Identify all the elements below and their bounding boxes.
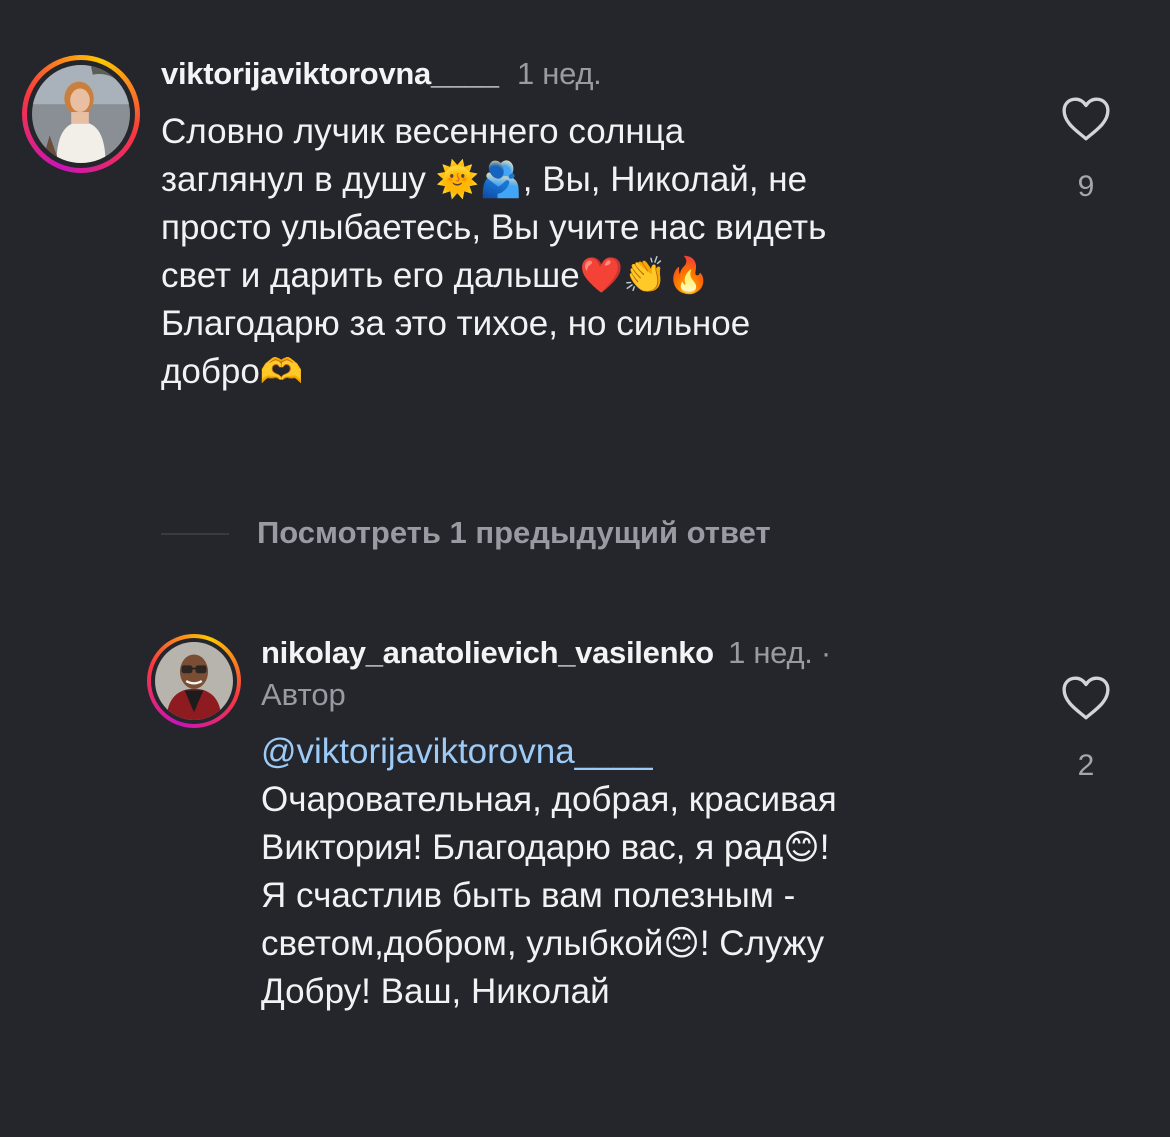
avatar	[155, 642, 233, 720]
comment-line: свет и дарить его дальше❤️👏🔥	[161, 256, 711, 295]
comment-line: заглянул в душу 🌞🫂, Вы, Николай, не	[161, 160, 808, 199]
comment-timestamp: 1 нед.	[517, 56, 602, 91]
avatar	[32, 65, 130, 163]
reply-line: Я счастлив быть вам полезным -	[261, 876, 796, 915]
reply-line: светом,добром, улыбкой😊! Служу	[261, 924, 825, 963]
author-badge: Автор	[261, 677, 346, 712]
avatar-photo	[155, 642, 233, 720]
comment-line: Словно лучик весеннего солнца	[161, 112, 685, 151]
story-ring-avatar-nikolay[interactable]	[147, 634, 241, 728]
reply-username[interactable]: nikolay_anatolievich_vasilenko 1 нед. ·	[261, 635, 831, 671]
comment-username[interactable]: viktorijaviktorovna____ 1 нед.	[161, 56, 602, 92]
comment-line: добро🫶	[161, 352, 304, 391]
replies-divider	[161, 533, 229, 535]
reply-line: Добру! Ваш, Николай	[261, 972, 610, 1011]
mention-link[interactable]: @viktorijaviktorovna____	[261, 728, 837, 776]
reply-line: Виктория! Благодарю вас, я рад😊!	[261, 828, 830, 867]
heart-outline-icon[interactable]	[1061, 96, 1111, 142]
comment-line: Благодарю за это тихое, но сильное	[161, 304, 751, 343]
story-ring-avatar-viktorija[interactable]	[22, 55, 140, 173]
avatar-photo	[32, 65, 130, 163]
comment-line: просто улыбаетесь, Вы учите нас видеть	[161, 208, 827, 247]
comment-text: Словно лучик весеннего солнца заглянул в…	[161, 108, 826, 396]
view-previous-replies-button[interactable]: Посмотреть 1 предыдущий ответ	[257, 515, 771, 551]
like-count: 9	[1077, 170, 1095, 203]
heart-outline-icon[interactable]	[1061, 675, 1111, 721]
username-text[interactable]: nikolay_anatolievich_vasilenko	[261, 635, 714, 670]
username-text[interactable]: viktorijaviktorovna____	[161, 56, 499, 91]
reply-text: @viktorijaviktorovna____ Очаровательная,…	[261, 728, 837, 1016]
reply-timestamp: 1 нед. ·	[728, 635, 831, 670]
reply-line: Очаровательная, добрая, красивая	[261, 780, 837, 819]
like-count: 2	[1077, 749, 1095, 782]
